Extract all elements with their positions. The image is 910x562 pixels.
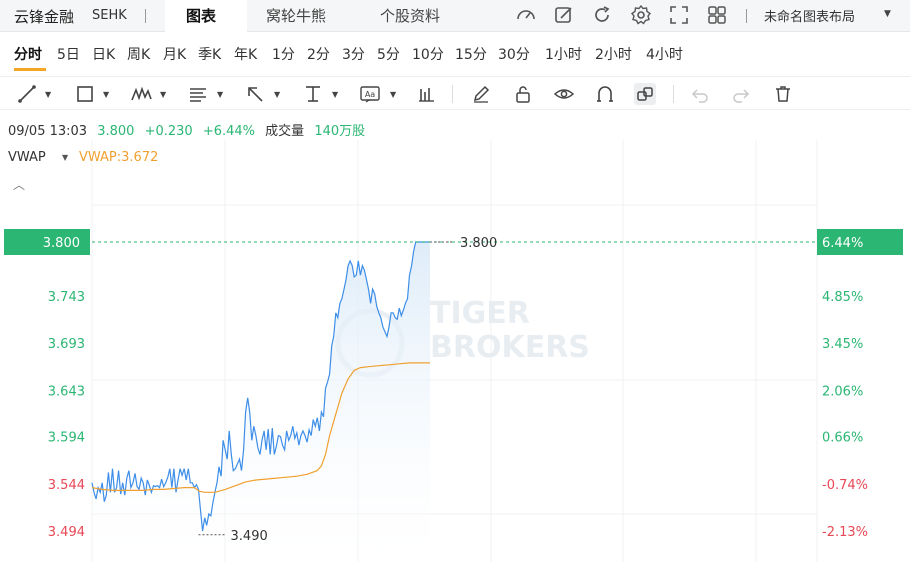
period-1[interactable]: 5日 [57,44,80,64]
trash-icon[interactable] [772,83,794,105]
toolbar-divider [452,85,453,103]
y-tick-label: 3.743 [48,290,85,305]
eye-icon[interactable] [553,83,575,105]
divider [746,9,747,23]
settings-icon[interactable] [630,4,652,26]
pct-tick-label: 2.06% [822,384,863,399]
low-value-label: 3.490 [231,529,268,544]
chevron-down-icon[interactable]: ▼ [62,153,68,162]
chevron-down-icon[interactable]: ▼ [274,90,280,99]
period-14[interactable]: 1小时 [545,44,582,64]
arrow-tool-icon[interactable] [244,83,266,105]
y-tick-label: 3.494 [48,525,85,540]
chevron-down-icon[interactable]: ▼ [390,90,396,99]
pattern-tool-icon[interactable] [130,83,152,105]
refresh-icon[interactable] [591,4,613,26]
magnet-icon[interactable] [594,83,616,105]
chevron-down-icon[interactable]: ▼ [160,90,166,99]
redo-icon[interactable] [730,83,752,105]
indicator-name[interactable]: VWAP [8,150,46,165]
quote-info-line: 09/05 13:03 3.800 +0.230 +6.44% 成交量 140万… [8,120,371,139]
pencil-icon[interactable] [470,83,492,105]
period-4[interactable]: 月K [163,44,186,64]
chevron-down-icon[interactable]: ▼ [884,9,891,19]
gauge-icon[interactable] [515,4,537,26]
pct-tick-label: -2.13% [822,525,868,540]
tab-stock-profile[interactable]: 个股资料 [380,5,440,26]
period-15[interactable]: 2小时 [595,44,632,64]
edit-icon[interactable] [553,4,575,26]
divider [145,9,146,23]
active-period-indicator [14,68,46,71]
period-12[interactable]: 15分 [455,44,487,64]
pct-tick-label: 3.45% [822,337,863,352]
period-10[interactable]: 5分 [377,44,400,64]
layout-selector[interactable]: 未命名图表布局 [764,6,855,25]
y-tick-label: 3.594 [48,431,85,446]
grid-layout-icon[interactable] [706,4,728,26]
quote-change: +0.230 [144,124,193,139]
period-13[interactable]: 30分 [498,44,530,64]
chevron-down-icon[interactable]: ▼ [103,90,109,99]
period-bar: 分时 5日 日K 周K 月K 季K 年K 1分 2分 3分 5分 10分 15分 30分 1小时 2小时 4小时 [0,36,910,70]
top-bar: 云锋金融 SEHK 图表 窝轮牛熊 个股资料 未命名图表布局 ▼ [0,0,910,32]
watermark-text: TIGER [430,296,530,331]
y-tick-label: 3.693 [48,337,85,352]
volume-value: 140万股 [314,124,366,139]
y-tick-label: 3.544 [48,478,85,493]
chevron-down-icon[interactable]: ▼ [217,90,223,99]
period-5[interactable]: 季K [198,44,221,64]
tab-warrants[interactable]: 窝轮牛熊 [266,5,326,26]
pct-tick-label: 4.85% [822,290,863,305]
current-price-badge-text: 3.800 [43,236,80,251]
period-11[interactable]: 10分 [412,44,444,64]
watermark-text: BROKERS [430,330,590,365]
indicator-value: VWAP:3.672 [79,150,159,165]
rectangle-tool-icon[interactable] [74,83,96,105]
y-tick-label: 3.643 [48,384,85,399]
quote-change-pct: +6.44% [202,124,256,139]
period-9[interactable]: 3分 [342,44,365,64]
period-0[interactable]: 分时 [14,44,42,64]
stock-code: SEHK [92,8,127,23]
stock-name: 云锋金融 [14,8,75,26]
fibonacci-tool-icon[interactable] [187,83,209,105]
chevron-down-icon[interactable]: ▼ [332,90,338,99]
quote-price: 3.800 [97,124,135,139]
period-6[interactable]: 年K [234,44,257,64]
toolbar-divider [673,85,674,103]
quote-datetime: 09/05 13:03 [8,124,88,139]
collapse-icon[interactable]: ︿ [13,176,25,193]
lock-icon[interactable] [512,83,534,105]
period-7[interactable]: 1分 [272,44,295,64]
period-3[interactable]: 周K [127,44,150,64]
tab-chart[interactable]: 图表 [186,5,216,26]
high-value-label: 3.800 [460,236,497,251]
volume-label: 成交量 [265,124,305,139]
vertical-measure-icon[interactable] [302,83,324,105]
svg-text:Aa: Aa [365,90,375,99]
fullscreen-icon[interactable] [668,4,690,26]
line-tool-icon[interactable] [16,83,38,105]
indicator-icon[interactable] [416,83,438,105]
chevron-down-icon[interactable]: ▼ [45,90,51,99]
current-pct-badge-text: 6.44% [822,236,863,251]
period-8[interactable]: 2分 [307,44,330,64]
price-area [92,242,430,562]
period-16[interactable]: 4小时 [646,44,683,64]
intraday-chart[interactable]: TIGERBROKERS 3.800 3.490 3.743 3.693 3.643 3.5… [0,140,910,562]
undo-icon[interactable] [689,83,711,105]
link-icon[interactable] [634,83,656,105]
drawing-toolbar: ▼ ▼ ▼ ▼ ▼ ▼ Aa ▼ [0,76,910,110]
text-tool-icon[interactable]: Aa [359,83,381,105]
pct-tick-label: 0.66% [822,431,863,446]
period-2[interactable]: 日K [92,44,115,64]
pct-tick-label: -0.74% [822,478,868,493]
